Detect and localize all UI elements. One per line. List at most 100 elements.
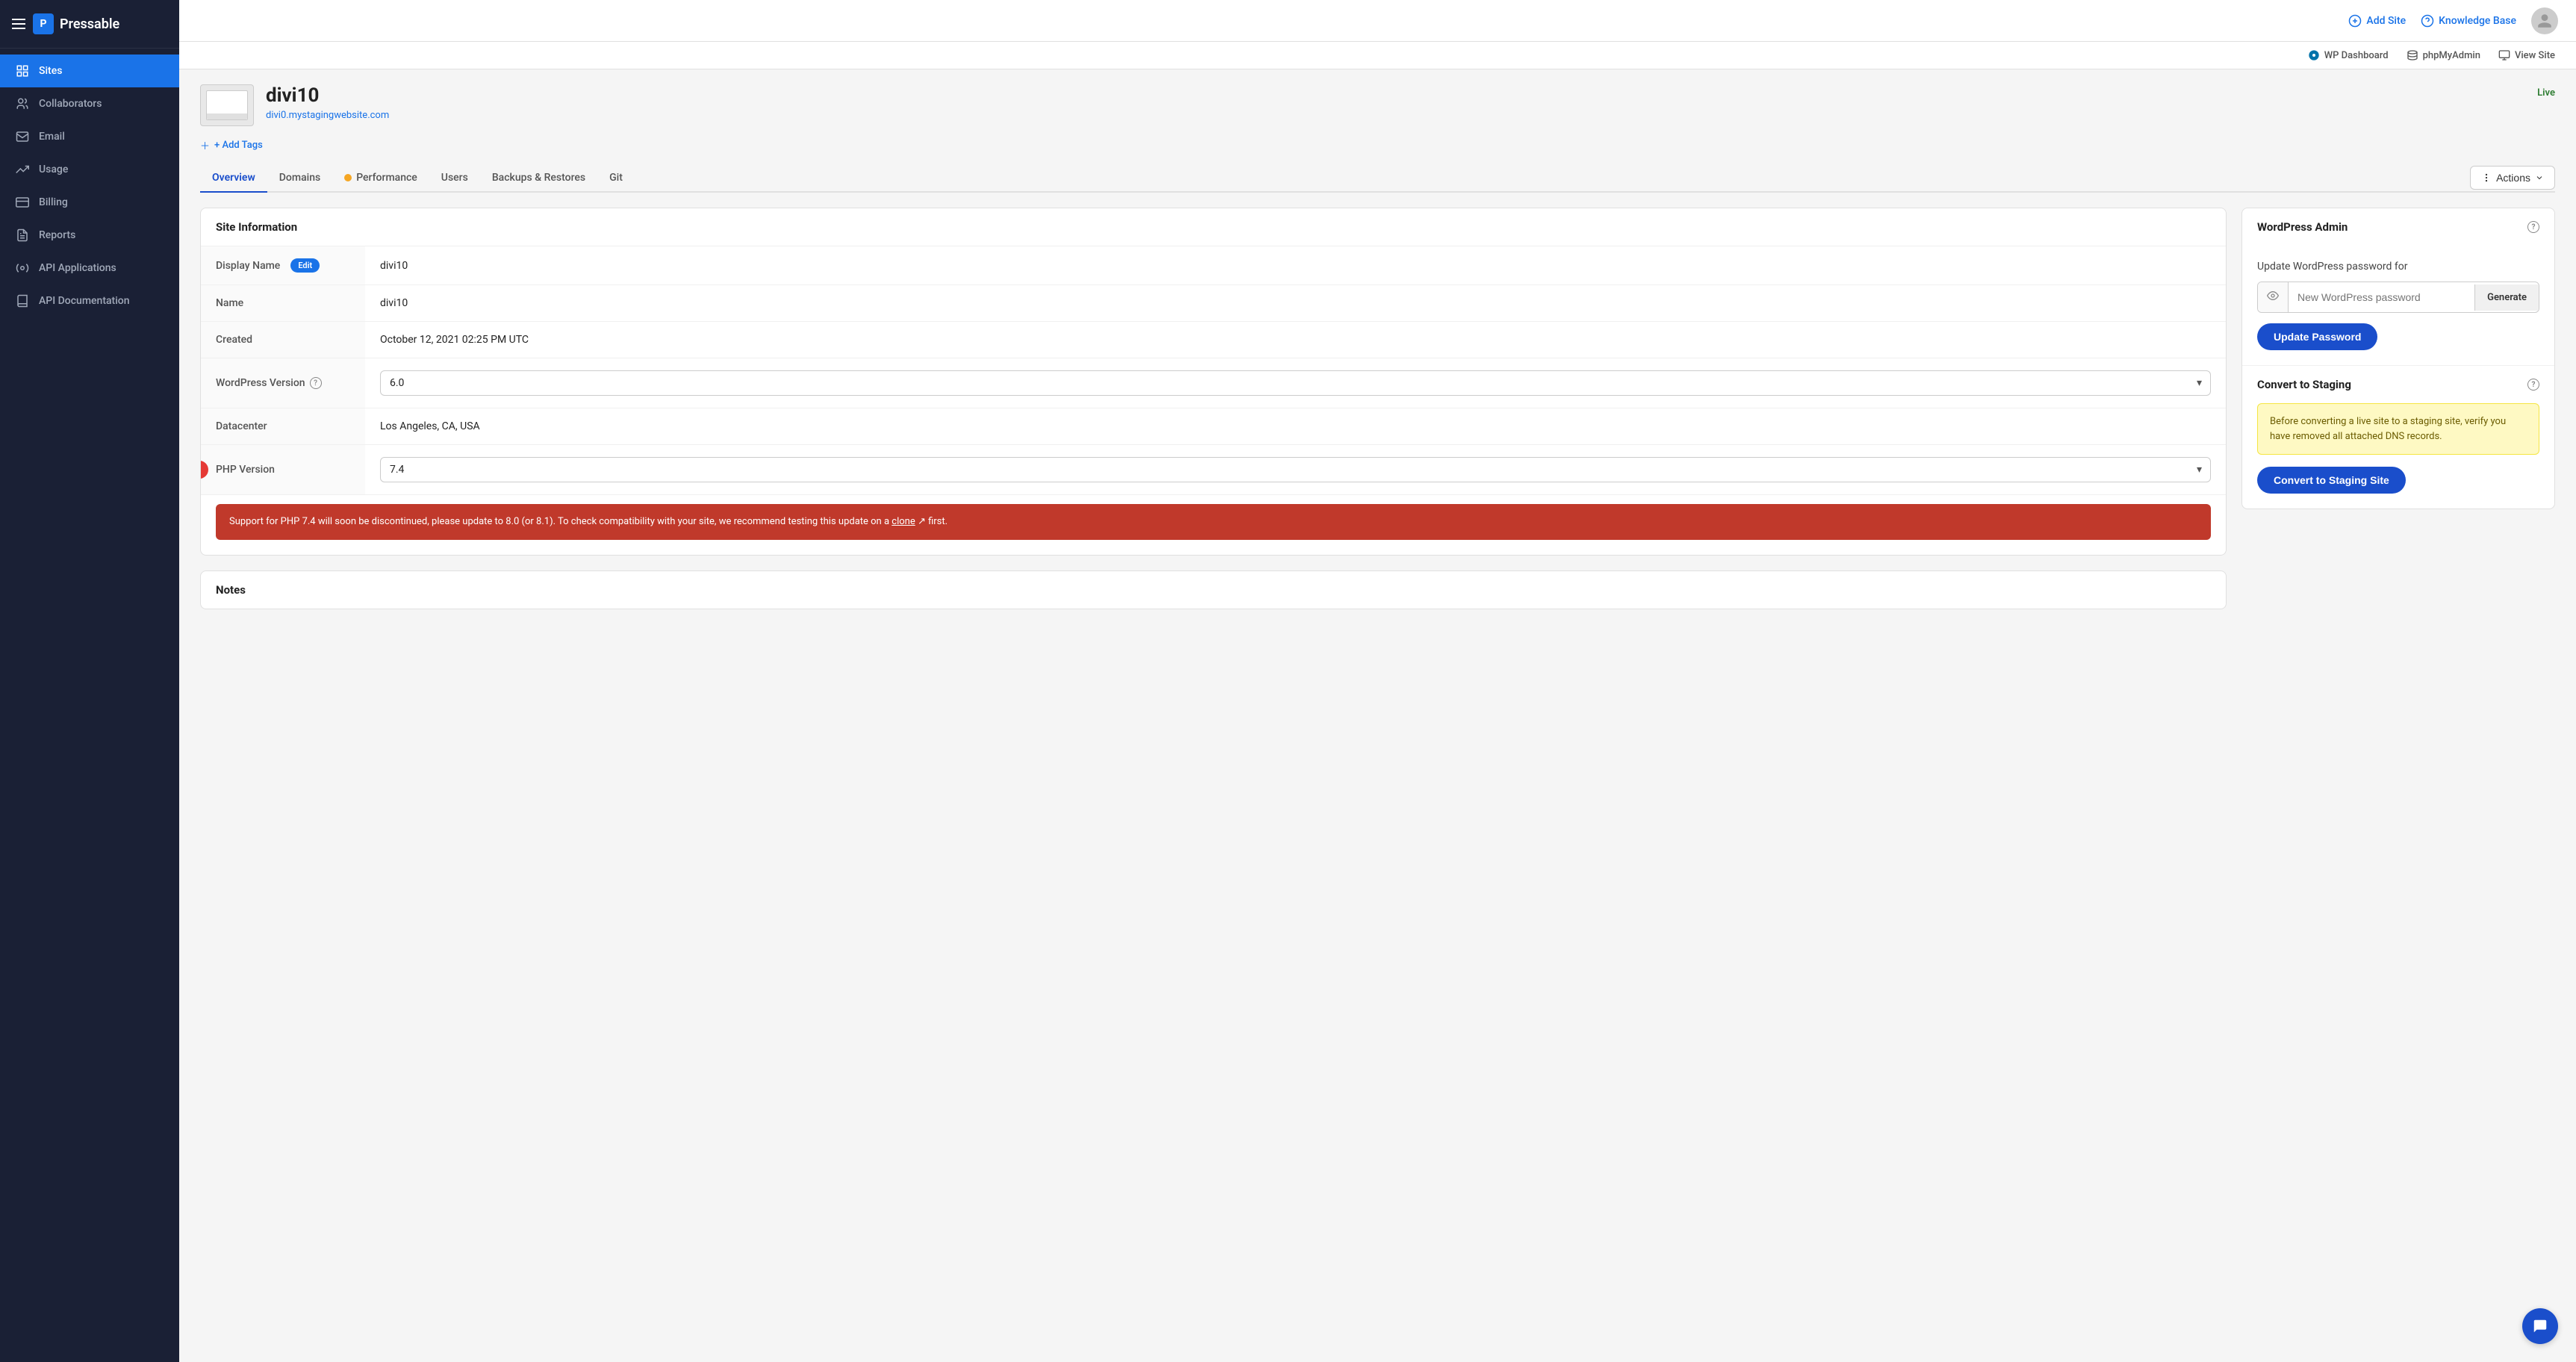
password-toggle-button[interactable] bbox=[2258, 282, 2289, 312]
display-name-value: divi10 bbox=[365, 246, 2226, 284]
wordpress-version-row: WordPress Version ? 6.0 ▾ bbox=[201, 358, 2226, 408]
created-row: Created October 12, 2021 02:25 PM UTC bbox=[201, 322, 2226, 358]
add-tags-icon: ＋ bbox=[200, 138, 210, 152]
tab-git[interactable]: Git bbox=[597, 164, 635, 193]
avatar[interactable] bbox=[2531, 7, 2558, 34]
convert-staging-help-icon[interactable]: ? bbox=[2527, 379, 2539, 391]
sidebar-item-reports-label: Reports bbox=[39, 229, 75, 241]
sidebar-item-collaborators-label: Collaborators bbox=[39, 98, 102, 110]
left-column: Site Information Display Name Edit divi1… bbox=[200, 208, 2227, 624]
name-value: divi10 bbox=[365, 285, 2226, 321]
add-site-button[interactable]: Add Site bbox=[2348, 14, 2406, 28]
wordpress-version-help-icon[interactable]: ? bbox=[310, 377, 322, 389]
tab-overview-label: Overview bbox=[212, 172, 255, 184]
notes-card: Notes bbox=[200, 570, 2227, 609]
view-site-link[interactable]: View Site bbox=[2498, 49, 2555, 61]
tab-overview[interactable]: Overview bbox=[200, 164, 267, 193]
logo: P Pressable bbox=[33, 13, 119, 34]
wordpress-admin-header: WordPress Admin ? bbox=[2242, 208, 2554, 246]
display-name-row: Display Name Edit divi10 bbox=[201, 246, 2226, 285]
site-info: divi10 divi0.mystagingwebsite.com bbox=[266, 84, 2525, 121]
generate-password-button[interactable]: Generate bbox=[2474, 284, 2539, 311]
sidebar-item-api-applications[interactable]: API Applications bbox=[0, 252, 179, 284]
site-url[interactable]: divi0.mystagingwebsite.com bbox=[266, 110, 2525, 121]
tab-performance-label: Performance bbox=[356, 172, 417, 184]
performance-dot bbox=[344, 174, 352, 181]
datacenter-label: Datacenter bbox=[201, 408, 365, 444]
live-badge: Live bbox=[2537, 84, 2555, 99]
wordpress-admin-body: Update WordPress password for Generate U… bbox=[2242, 246, 2554, 365]
edit-display-name-button[interactable]: Edit bbox=[290, 258, 320, 273]
add-tags-button[interactable]: ＋ + Add Tags bbox=[200, 138, 2555, 152]
new-password-input[interactable] bbox=[2289, 284, 2474, 311]
api-documentation-icon bbox=[15, 293, 30, 308]
topbar: Add Site Knowledge Base bbox=[179, 0, 2576, 42]
sidebar-item-billing[interactable]: Billing bbox=[0, 186, 179, 219]
hamburger-menu[interactable] bbox=[12, 19, 25, 29]
site-thumbnail-inner bbox=[206, 90, 248, 120]
billing-icon bbox=[15, 195, 30, 210]
staging-warning-text: Before converting a live site to a stagi… bbox=[2257, 403, 2539, 455]
tab-users-label: Users bbox=[441, 172, 468, 184]
sidebar-item-usage[interactable]: Usage bbox=[0, 153, 179, 186]
actions-label: Actions bbox=[2496, 172, 2530, 184]
sidebar-item-collaborators[interactable]: Collaborators bbox=[0, 87, 179, 120]
phpmyadmin-link[interactable]: phpMyAdmin bbox=[2407, 49, 2480, 61]
thumbnail-bar bbox=[207, 114, 247, 119]
sidebar-item-api-documentation-label: API Documentation bbox=[39, 295, 130, 307]
sites-icon bbox=[15, 63, 30, 78]
site-name: divi10 bbox=[266, 84, 2525, 107]
wordpress-version-label: WordPress Version ? bbox=[201, 358, 365, 408]
sidebar-item-email[interactable]: Email bbox=[0, 120, 179, 153]
update-password-label: Update WordPress password for bbox=[2257, 261, 2539, 273]
notes-header: Notes bbox=[201, 571, 2226, 609]
tab-users[interactable]: Users bbox=[429, 164, 480, 193]
display-name-label: Display Name Edit bbox=[201, 246, 365, 284]
php-warning-banner: Support for PHP 7.4 will soon be discont… bbox=[216, 504, 2211, 540]
site-thumbnail bbox=[200, 84, 254, 126]
sidebar-item-api-documentation[interactable]: API Documentation bbox=[0, 284, 179, 317]
php-version-row: 1 PHP Version 7.4 ▾ bbox=[201, 445, 2226, 495]
email-icon bbox=[15, 129, 30, 144]
sidebar: P Pressable Sites Collaborators Email bbox=[0, 0, 179, 1362]
sidebar-item-api-applications-label: API Applications bbox=[39, 262, 116, 274]
datacenter-value: Los Angeles, CA, USA bbox=[365, 408, 2226, 444]
wordpress-version-select[interactable]: 6.0 bbox=[380, 370, 2211, 396]
tab-backups-restores[interactable]: Backups & Restores bbox=[480, 164, 597, 193]
warning-link-icon: ↗ bbox=[915, 516, 926, 527]
created-value: October 12, 2021 02:25 PM UTC bbox=[365, 322, 2226, 358]
clone-link[interactable]: clone bbox=[892, 516, 915, 527]
wordpress-admin-help-icon[interactable]: ? bbox=[2527, 221, 2539, 233]
convert-to-staging-button[interactable]: Convert to Staging Site bbox=[2257, 467, 2406, 494]
php-version-label: PHP Version bbox=[201, 445, 365, 494]
collaborators-icon bbox=[15, 96, 30, 111]
php-version-select-wrap: 7.4 ▾ bbox=[380, 457, 2211, 482]
knowledge-base-button[interactable]: Knowledge Base bbox=[2421, 14, 2516, 28]
convert-to-staging-section: Convert to Staging ? Before converting a… bbox=[2242, 365, 2554, 509]
name-label: Name bbox=[201, 285, 365, 321]
created-label: Created bbox=[201, 322, 365, 358]
update-password-button[interactable]: Update Password bbox=[2257, 323, 2377, 350]
wp-dashboard-link[interactable]: WP Dashboard bbox=[2308, 49, 2389, 61]
tab-domains[interactable]: Domains bbox=[267, 164, 332, 193]
tab-performance[interactable]: Performance bbox=[332, 164, 429, 193]
site-information-body: Display Name Edit divi10 Name divi10 bbox=[201, 246, 2226, 540]
right-column: WordPress Admin ? Update WordPress passw… bbox=[2241, 208, 2555, 624]
datacenter-row: Datacenter Los Angeles, CA, USA bbox=[201, 408, 2226, 445]
logo-text: Pressable bbox=[60, 16, 119, 32]
php-version-select[interactable]: 7.4 bbox=[380, 457, 2211, 482]
sidebar-item-sites[interactable]: Sites bbox=[0, 55, 179, 87]
chat-fab-button[interactable] bbox=[2522, 1308, 2558, 1344]
tabs-bar: Overview Domains Performance Users Backu… bbox=[200, 164, 2555, 193]
sidebar-item-reports[interactable]: Reports bbox=[0, 219, 179, 252]
actions-button[interactable]: Actions bbox=[2470, 166, 2555, 190]
api-applications-icon bbox=[15, 261, 30, 276]
wordpress-version-select-wrap: 6.0 ▾ bbox=[380, 370, 2211, 396]
sidebar-item-sites-label: Sites bbox=[39, 65, 62, 77]
sidebar-item-email-label: Email bbox=[39, 131, 65, 143]
sidebar-header: P Pressable bbox=[0, 0, 179, 49]
content-area: divi10 divi0.mystagingwebsite.com Live ＋… bbox=[179, 69, 2576, 1362]
password-row: Generate bbox=[2257, 282, 2539, 313]
name-row: Name divi10 bbox=[201, 285, 2226, 322]
two-column-layout: Site Information Display Name Edit divi1… bbox=[200, 208, 2555, 624]
